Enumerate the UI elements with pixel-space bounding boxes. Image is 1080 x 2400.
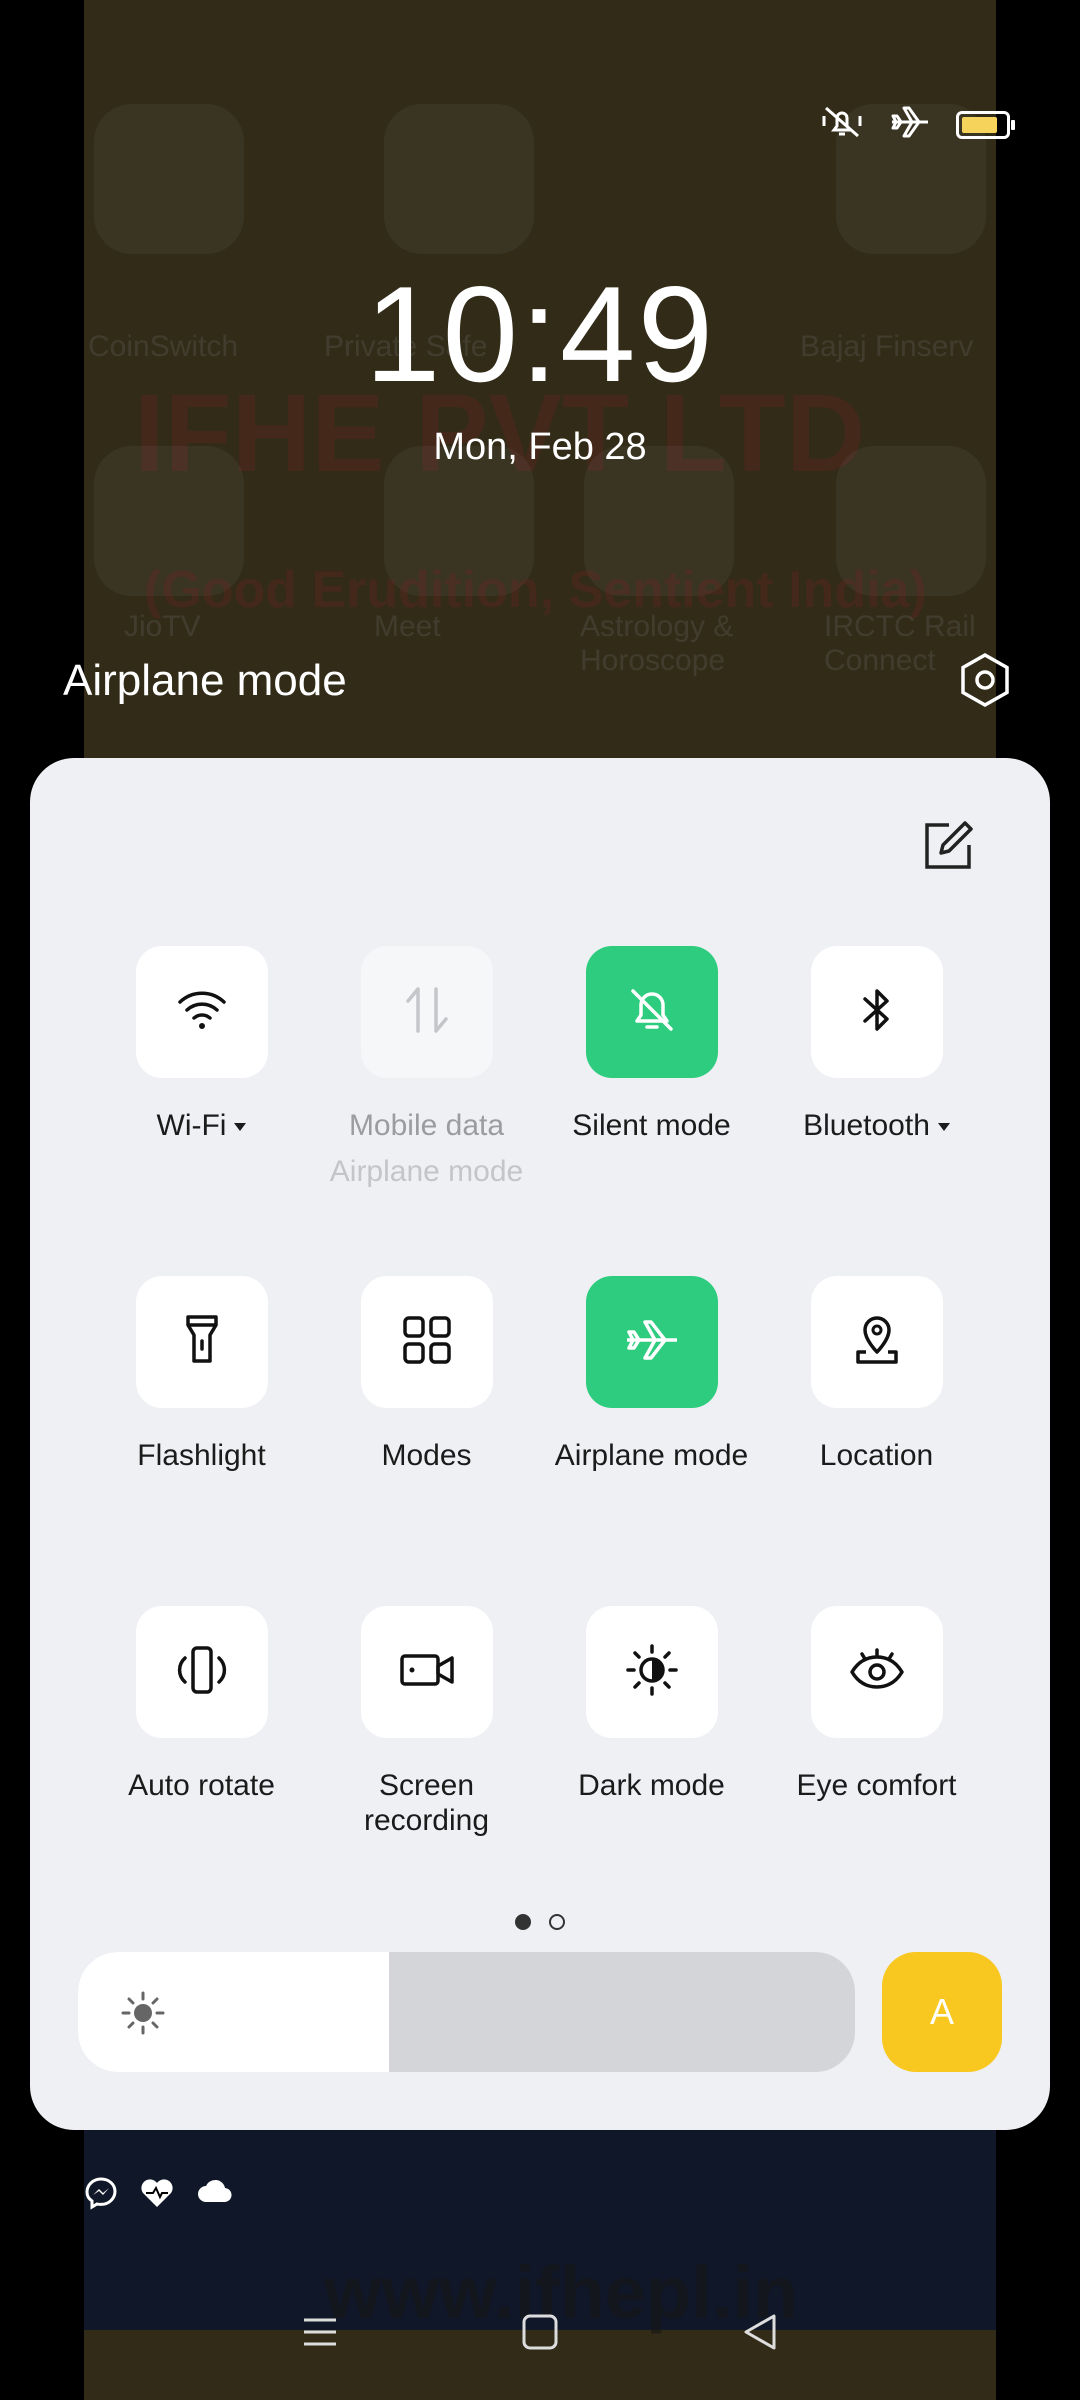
menu-icon [304,2318,336,2346]
sun-icon [120,1990,166,2041]
edit-tiles-button[interactable] [918,818,978,878]
tile-modes[interactable]: Modes [314,1276,539,1473]
tile-bluetooth[interactable]: Bluetooth [764,946,989,1143]
panel-title: Airplane mode [63,656,347,705]
gear-icon [957,652,1013,713]
tile-label: Silent mode [572,1109,731,1142]
silent-bell-icon [820,104,864,145]
tile-wifi[interactable]: Wi-Fi [89,946,314,1143]
bluetooth-icon [857,983,897,1042]
dropdown-caret-icon[interactable] [937,1123,950,1132]
tile-dark-mode-button[interactable] [585,1606,718,1738]
tile-mobile-data-button[interactable] [360,946,493,1078]
home-button[interactable] [510,2302,570,2362]
page-dot[interactable] [515,1914,531,1930]
tile-location[interactable]: Location [764,1276,989,1473]
tile-silent-mode[interactable]: Silent mode [539,946,764,1143]
settings-button[interactable] [955,652,1015,712]
location-pin-icon [852,1314,902,1371]
heart-icon [138,2176,176,2215]
auto-brightness-button[interactable]: A [882,1952,1002,2072]
eye-comfort-icon [848,1646,906,1699]
tile-mobile-data[interactable]: Mobile data Airplane mode [314,946,539,1189]
mobile-data-icon [402,983,452,1042]
tile-flashlight[interactable]: Flashlight [89,1276,314,1473]
battery-icon [956,110,1015,139]
dropdown-caret-icon[interactable] [234,1123,247,1132]
tile-location-button[interactable] [810,1276,943,1408]
silent-bell-icon [625,983,679,1042]
tile-auto-rotate[interactable]: Auto rotate [89,1606,314,1803]
home-icon [522,2314,558,2350]
modes-grid-icon [401,1314,453,1371]
tile-dark-mode[interactable]: Dark mode [539,1606,764,1803]
cloud-icon [196,2176,234,2215]
tile-label: Dark mode [578,1769,725,1802]
tile-label: Flashlight [137,1439,266,1472]
tile-wifi-button[interactable] [135,946,268,1078]
tile-sublabel: Airplane mode [329,1155,524,1188]
tile-label: Modes [381,1439,472,1472]
tile-flashlight-button[interactable] [135,1276,268,1408]
tile-label: Eye comfort [796,1769,957,1802]
tile-label: Auto rotate [128,1769,275,1802]
back-icon [744,2314,776,2350]
messenger-icon [84,2176,118,2215]
menu-button[interactable] [290,2302,350,2362]
notification-icons [84,2176,234,2215]
page-dot[interactable] [549,1914,565,1930]
lockscreen-date: Mon, Feb 28 [433,426,647,468]
tile-label: Mobile data [348,1109,505,1142]
tile-silent-mode-button[interactable] [585,946,718,1078]
airplane-icon [623,1316,681,1369]
navigation-bar [0,2302,1080,2362]
page-indicator [0,1914,1080,1930]
status-bar [820,104,1015,145]
dark-mode-icon [624,1642,680,1703]
tile-auto-rotate-button[interactable] [135,1606,268,1738]
tile-label: Airplane mode [554,1439,749,1472]
tile-label: Wi-Fi [89,1108,314,1143]
flashlight-icon [182,1313,222,1372]
tile-label: Screen recording [363,1769,490,1837]
tile-label: Bluetooth [764,1108,989,1143]
back-button[interactable] [730,2302,790,2362]
edit-icon [923,820,973,876]
wifi-icon [176,988,228,1037]
brightness-slider[interactable] [78,1952,855,2072]
tile-label: Location [819,1439,934,1472]
tile-screen-recording[interactable]: Screen recording [314,1606,539,1838]
lockscreen-time: 10:49 [364,258,716,410]
airplane-icon [890,104,930,145]
tile-airplane-mode-button[interactable] [585,1276,718,1408]
tile-modes-button[interactable] [360,1276,493,1408]
tile-eye-comfort[interactable]: Eye comfort [764,1606,989,1803]
tile-bluetooth-button[interactable] [810,946,943,1078]
auto-rotate-icon [173,1644,231,1701]
screen-recording-icon [398,1648,456,1697]
tile-eye-comfort-button[interactable] [810,1606,943,1738]
tile-airplane-mode[interactable]: Airplane mode [539,1276,764,1473]
tile-screen-recording-button[interactable] [360,1606,493,1738]
